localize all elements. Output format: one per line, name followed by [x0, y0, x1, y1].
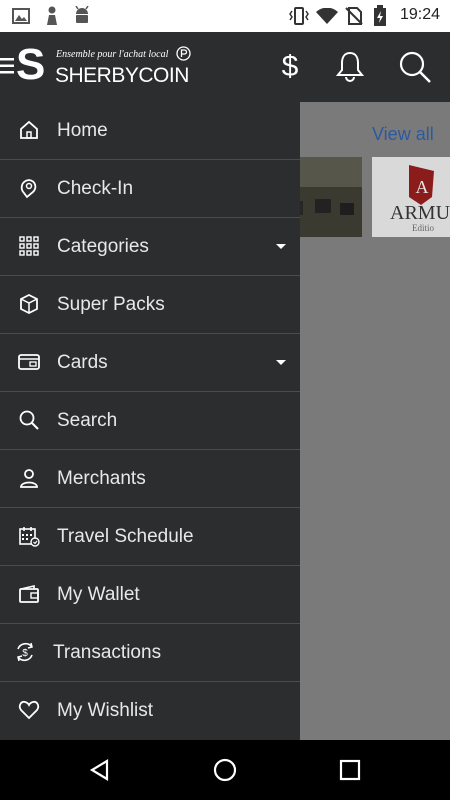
drawer-item-label: Categories [57, 236, 149, 257]
drawer-item-merchants[interactable]: Merchants [0, 450, 300, 508]
wallet-icon [19, 584, 39, 603]
drawer-item-label: Transactions [53, 642, 162, 663]
card-icon [18, 354, 40, 370]
drawer-item-my-wallet[interactable]: My Wallet [0, 566, 300, 624]
logo-tagline: Ensemble pour l'achat local [56, 49, 169, 60]
home-circle-icon[interactable] [213, 758, 237, 782]
recents-icon[interactable] [339, 759, 361, 781]
back-icon[interactable] [89, 759, 111, 781]
box-icon [20, 293, 38, 315]
search-icon[interactable] [398, 50, 432, 84]
svg-text:$: $ [22, 648, 28, 659]
drawer-item-label: Super Packs [57, 294, 165, 315]
drawer-item-label: Home [57, 120, 108, 141]
dollar-cycle-icon: $ [17, 642, 33, 662]
system-nav-bar [0, 740, 450, 800]
drawer-item-label: Cards [57, 352, 108, 373]
drawer-item-check-in[interactable]: Check-In [0, 160, 300, 218]
vibrate-icon [289, 7, 309, 25]
grid-icon [19, 236, 39, 256]
caret-down-icon[interactable] [276, 360, 286, 365]
drawer-item-label: Search [57, 410, 118, 431]
menu-icon[interactable] [0, 56, 14, 76]
drawer-item-label: Travel Schedule [57, 526, 194, 547]
drawer-item-cards[interactable]: Cards [0, 334, 300, 392]
drawer-item-transactions[interactable]: $ Transactions [0, 624, 300, 682]
brand-name: SHERBYCOIN [55, 64, 189, 87]
dollar-icon[interactable]: $ [278, 49, 302, 83]
navigation-drawer: Home Check-In Categories Super Packs Car… [0, 102, 300, 740]
home-icon [20, 120, 38, 139]
heart-icon [18, 700, 40, 720]
status-time: 19:24 [399, 6, 440, 23]
calendar-icon [19, 527, 40, 547]
status-bar: 19:24 [0, 0, 450, 32]
person-icon [20, 469, 38, 488]
search-icon [19, 410, 39, 430]
drawer-item-label: Check-In [57, 178, 134, 199]
view-all-link[interactable]: View all [372, 124, 434, 145]
svg-text:A: A [416, 177, 429, 197]
logo-letter: S [16, 40, 46, 89]
drawer-item-categories[interactable]: Categories [0, 218, 300, 276]
svg-text:Editio: Editio [412, 223, 434, 233]
android-icon [75, 6, 89, 23]
drawer-item-travel-schedule[interactable]: Travel Schedule [0, 508, 300, 566]
logo-badge-icon [176, 46, 191, 61]
drawer-item-label: My Wishlist [57, 700, 154, 721]
drawer-item-label: My Wallet [57, 584, 140, 605]
drawer-item-search[interactable]: Search [0, 392, 300, 450]
image-icon [12, 8, 30, 24]
map-pin-icon [20, 179, 37, 199]
svg-text:$: $ [282, 50, 299, 83]
drawer-item-home[interactable]: Home [0, 102, 300, 160]
caret-down-icon[interactable] [276, 244, 286, 249]
merchant-thumbnail[interactable]: A ARMU Editio [372, 157, 450, 237]
drawer-item-super-packs[interactable]: Super Packs [0, 276, 300, 334]
drawer-item-label: Merchants [57, 468, 146, 489]
svg-text:ARMU: ARMU [390, 202, 450, 224]
battery-icon [374, 5, 386, 26]
app-bar: S Ensemble pour l'achat local SHERBYCOIN… [0, 32, 450, 102]
bell-icon[interactable] [335, 50, 365, 82]
drawer-item-my-wishlist[interactable]: My Wishlist [0, 682, 300, 740]
no-sim-icon [345, 7, 363, 25]
notification-icon [47, 6, 57, 25]
armure-logo-image: A ARMU Editio [372, 157, 450, 237]
wifi-icon [316, 8, 338, 24]
